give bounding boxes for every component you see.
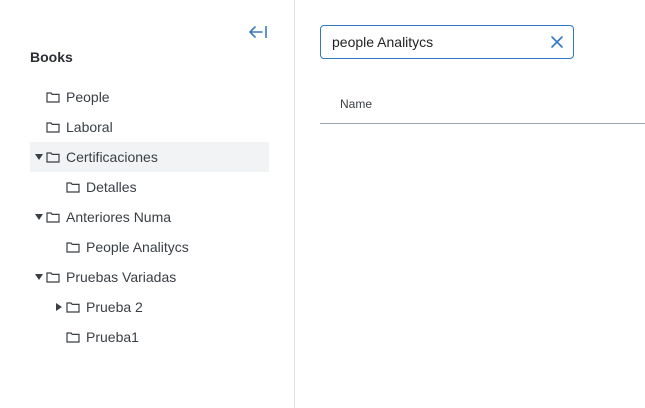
tree-item-label: Laboral <box>66 119 113 135</box>
tree-item-detalles[interactable]: Detalles <box>30 172 269 202</box>
column-header-name[interactable]: Name <box>320 97 372 111</box>
tree-item-label: People Analitycs <box>86 239 189 255</box>
tree-item-label: Anteriores Numa <box>66 209 172 225</box>
tree-item-label: People <box>66 89 110 105</box>
folder-icon <box>66 331 80 343</box>
tree-item-label: Prueba1 <box>86 329 139 345</box>
tree-item-certificaciones[interactable]: Certificaciones <box>30 142 269 172</box>
clear-search-button[interactable] <box>549 34 565 50</box>
tree-item-prueba-2[interactable]: Prueba 2 <box>30 292 269 322</box>
folder-icon <box>66 181 80 193</box>
tree-item-people-analitycs[interactable]: People Analitycs <box>30 232 269 262</box>
tree-item-label: Certificaciones <box>66 149 158 165</box>
sidebar: Books People Laboral Certificaciones Det… <box>0 0 295 408</box>
main-panel: Name <box>296 0 645 408</box>
tree-item-label: Prueba 2 <box>86 299 143 315</box>
tree-item-label: Pruebas Variadas <box>66 269 177 285</box>
tree-item-laboral[interactable]: Laboral <box>30 112 269 142</box>
folder-tree: People Laboral Certificaciones Detalles … <box>30 82 269 352</box>
folder-icon <box>46 211 60 223</box>
tree-item-people[interactable]: People <box>30 82 269 112</box>
caret-right-icon[interactable] <box>52 303 66 311</box>
search-input[interactable] <box>321 34 542 50</box>
folder-icon <box>66 241 80 253</box>
caret-down-icon[interactable] <box>32 274 46 280</box>
caret-down-icon[interactable] <box>32 214 46 220</box>
tree-item-anteriores-numa[interactable]: Anteriores Numa <box>30 202 269 232</box>
folder-icon <box>46 91 60 103</box>
tree-item-prueba1[interactable]: Prueba1 <box>30 322 269 352</box>
tree-item-pruebas-variadas[interactable]: Pruebas Variadas <box>30 262 269 292</box>
collapse-left-icon <box>249 26 267 38</box>
folder-icon <box>46 151 60 163</box>
collapse-sidebar-button[interactable] <box>246 22 270 42</box>
search-box <box>320 25 574 59</box>
folder-icon <box>46 121 60 133</box>
caret-down-icon[interactable] <box>32 154 46 160</box>
close-icon <box>551 36 563 48</box>
tree-item-label: Detalles <box>86 179 137 195</box>
sidebar-title: Books <box>30 49 73 65</box>
table-header: Name <box>320 84 645 124</box>
folder-icon <box>46 271 60 283</box>
folder-icon <box>66 301 80 313</box>
